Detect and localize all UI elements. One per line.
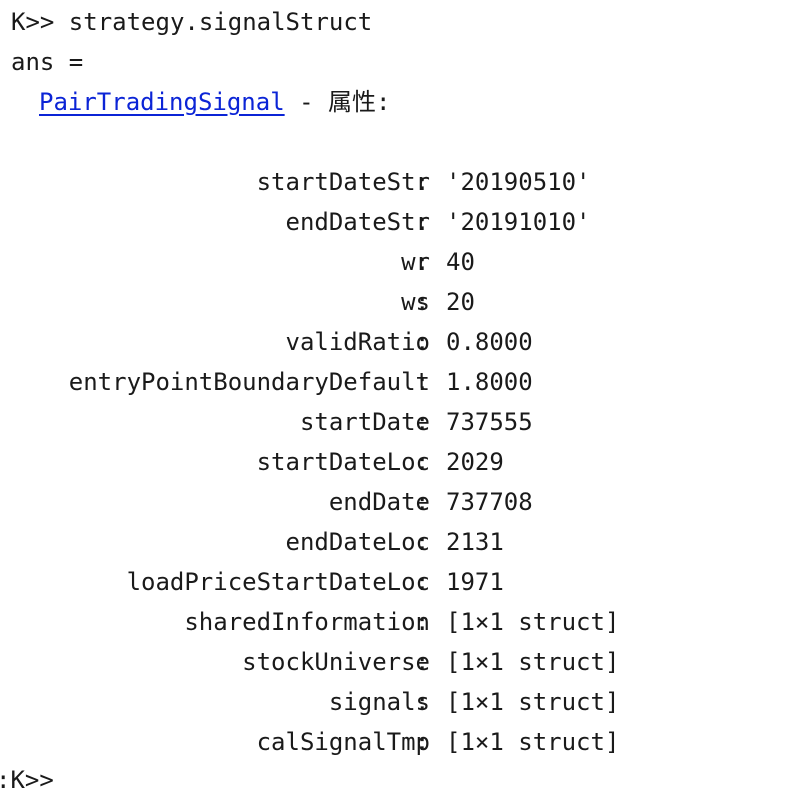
- property-row: startDate:737555: [0, 402, 792, 442]
- property-value: 2029: [446, 448, 504, 476]
- property-colon: :: [415, 688, 430, 716]
- property-row: stockUniverse: [1×1 struct]: [0, 642, 792, 682]
- final-prompt[interactable]: :K>>: [0, 760, 54, 800]
- property-value: 1971: [446, 568, 504, 596]
- property-colon: :: [415, 568, 430, 596]
- property-name: entryPointBoundaryDefault: [68, 368, 430, 396]
- property-row: entryPointBoundaryDefault:1.8000: [0, 362, 792, 402]
- property-row: ws:20: [0, 282, 792, 322]
- property-colon: :: [415, 288, 430, 316]
- property-name: loadPriceStartDateLoc: [126, 568, 430, 596]
- property-row: loadPriceStartDateLoc:1971: [0, 562, 792, 602]
- property-colon: :: [415, 208, 430, 236]
- class-header-suffix: - 属性:: [284, 88, 391, 116]
- property-colon: :: [415, 248, 430, 276]
- property-colon: :: [415, 168, 430, 196]
- property-value: 737555: [446, 408, 533, 436]
- property-value: [1×1 struct]: [446, 648, 620, 676]
- prompt: K>>: [11, 8, 55, 36]
- property-name: startDateStr: [256, 168, 430, 196]
- property-colon: :: [415, 528, 430, 556]
- property-value: '20191010': [446, 208, 591, 236]
- property-value: [1×1 struct]: [446, 688, 620, 716]
- command-line: K>> strategy.signalStruct: [11, 2, 372, 42]
- property-colon: :: [415, 488, 430, 516]
- property-value: 1.8000: [446, 368, 533, 396]
- property-name: endDateLoc: [285, 528, 431, 556]
- property-row: sharedInformation: [1×1 struct]: [0, 602, 792, 642]
- property-colon: :: [415, 408, 430, 436]
- property-value: [1×1 struct]: [446, 608, 620, 636]
- property-value: 0.8000: [446, 328, 533, 356]
- ans-line: ans =: [11, 48, 84, 76]
- property-row: startDateLoc:2029: [0, 442, 792, 482]
- property-name: stockUniverse: [242, 648, 430, 676]
- property-name: startDate: [299, 408, 430, 436]
- property-colon: :: [415, 608, 430, 636]
- property-name: calSignalTmp: [256, 728, 430, 756]
- property-row: calSignalTmp: [1×1 struct]: [0, 722, 792, 762]
- property-colon: :: [415, 368, 430, 396]
- class-header: PairTradingSignal - 属性:: [39, 82, 390, 122]
- property-value: 737708: [446, 488, 533, 516]
- property-colon: :: [415, 448, 430, 476]
- property-colon: :: [415, 728, 430, 756]
- property-name: sharedInformation: [184, 608, 430, 636]
- property-value: '20190510': [446, 168, 591, 196]
- property-value: 20: [446, 288, 475, 316]
- property-row: signals: [1×1 struct]: [0, 682, 792, 722]
- command-text: strategy.signalStruct: [54, 8, 373, 36]
- property-row: wr:40: [0, 242, 792, 282]
- property-value: [1×1 struct]: [446, 728, 620, 756]
- property-row: endDate:737708: [0, 482, 792, 522]
- property-colon: :: [415, 648, 430, 676]
- class-name-link[interactable]: PairTradingSignal: [39, 88, 285, 116]
- property-row: endDateStr: '20191010': [0, 202, 792, 242]
- property-value: 40: [446, 248, 475, 276]
- property-row: validRatio:0.8000: [0, 322, 792, 362]
- property-name: startDateLoc: [256, 448, 430, 476]
- property-row: startDateStr: '20190510': [0, 162, 792, 202]
- property-colon: :: [415, 328, 430, 356]
- property-row: endDateLoc:2131: [0, 522, 792, 562]
- property-name: endDateStr: [285, 208, 431, 236]
- property-value: 2131: [446, 528, 504, 556]
- property-name: validRatio: [285, 328, 431, 356]
